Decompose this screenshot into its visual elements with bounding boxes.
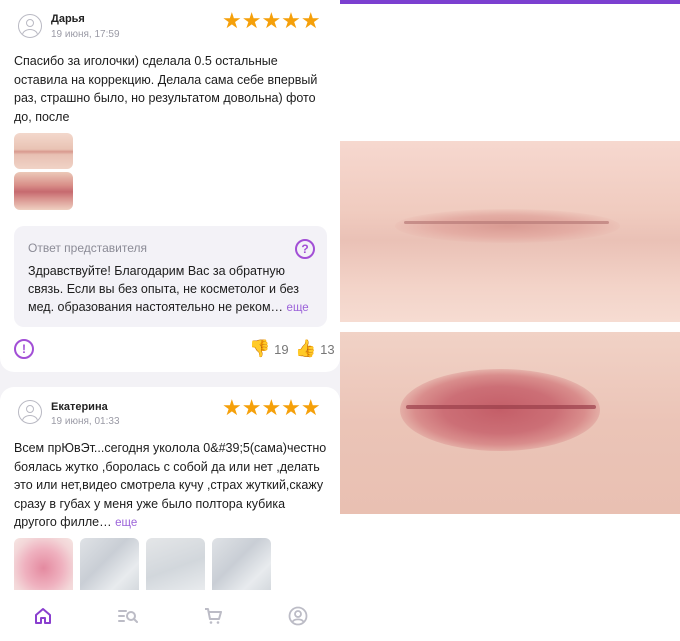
- reply-title: Ответ представителя: [28, 241, 148, 255]
- photo-thumbnail[interactable]: [80, 538, 139, 598]
- review-date: 19 июня, 17:59: [51, 29, 120, 40]
- photo-thumbnail[interactable]: [212, 538, 271, 598]
- avatar: [18, 14, 42, 38]
- review-author: Екатерина: [51, 401, 108, 413]
- review-text: Всем прЮвЭт...сегодня уколола 0&#39;5(са…: [14, 441, 327, 529]
- dislike-count: 19: [274, 341, 289, 357]
- star-rating: ★★★★★: [222, 8, 321, 33]
- reviews-screen: Дарья 19 июня, 17:59 ★★★★★ Спасибо за иг…: [0, 0, 340, 641]
- like-count: 13: [320, 341, 335, 357]
- avatar: [18, 400, 42, 424]
- reply-more-link[interactable]: еще: [287, 302, 309, 314]
- review-card: Дарья 19 июня, 17:59 ★★★★★ Спасибо за иг…: [0, 0, 340, 372]
- dislike-button[interactable]: 👎 19: [249, 340, 289, 358]
- profile-icon[interactable]: [278, 596, 318, 636]
- photo-thumbnail[interactable]: [14, 538, 73, 598]
- reply-text: Здравствуйте! Благодарим Вас за обратную…: [28, 264, 309, 314]
- after-photo: [340, 332, 680, 514]
- review-date: 19 июня, 01:33: [51, 416, 120, 427]
- star-rating: ★★★★★: [222, 395, 321, 420]
- cart-icon[interactable]: [193, 596, 233, 636]
- question-bubble-icon[interactable]: ?: [295, 239, 315, 259]
- seller-reply: Ответ представителя ? Здравствуйте! Благ…: [14, 226, 327, 327]
- thumbs-up-icon: 👍: [295, 339, 317, 358]
- like-button[interactable]: 👍 13: [295, 340, 335, 358]
- accent-bar: [340, 0, 680, 4]
- thumbs-down-icon: 👎: [249, 339, 271, 358]
- before-photo: [340, 141, 680, 322]
- photo-thumbnail-before[interactable]: [14, 133, 73, 169]
- photo-thumbnail-after[interactable]: [14, 172, 73, 210]
- review-text: Спасибо за иголочки) сделала 0.5 остальн…: [14, 54, 318, 124]
- photo-viewer: [340, 0, 680, 641]
- photo-thumbnail[interactable]: [146, 538, 205, 598]
- catalog-search-icon[interactable]: [108, 596, 148, 636]
- home-icon[interactable]: [23, 596, 63, 636]
- report-icon[interactable]: !: [14, 339, 34, 359]
- bottom-tab-bar: [0, 590, 340, 641]
- review-more-link[interactable]: еще: [115, 517, 137, 529]
- review-author: Дарья: [51, 13, 85, 25]
